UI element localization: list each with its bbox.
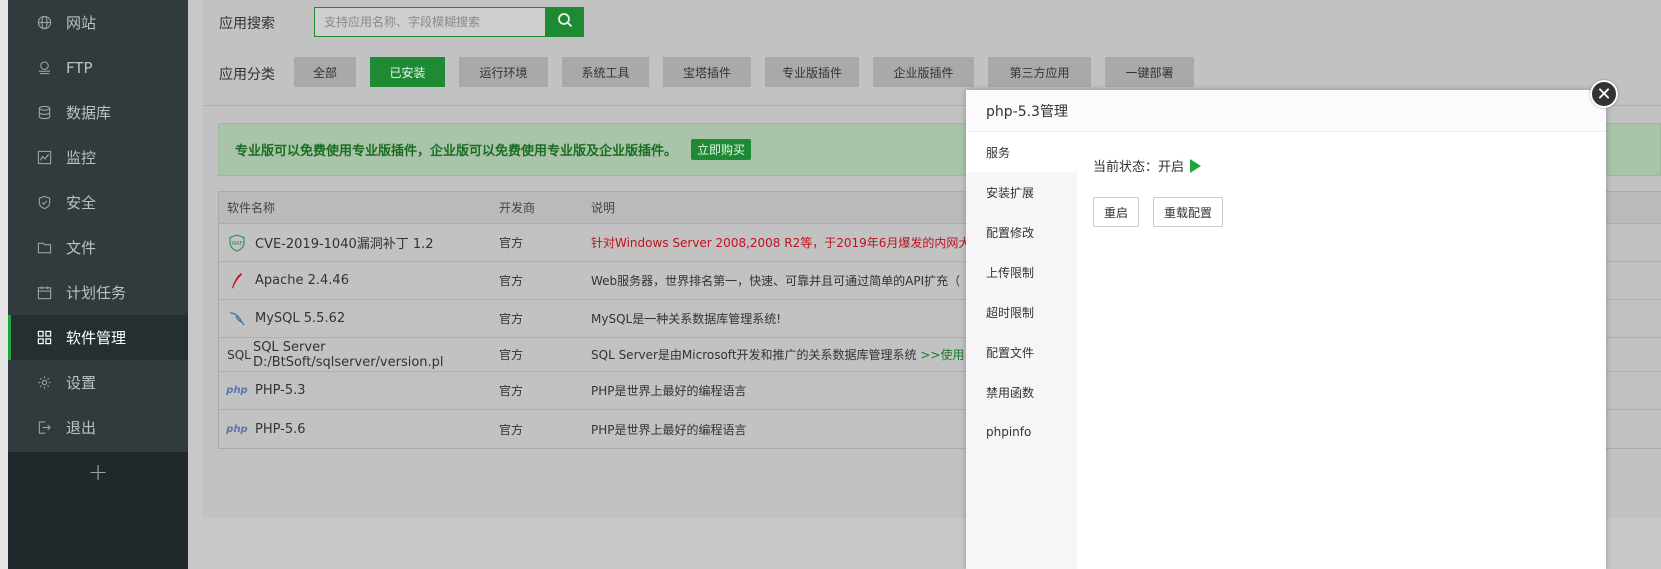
software-name: CVE-2019-1040漏洞补丁 1.2	[255, 237, 434, 252]
close-icon[interactable]: ✕	[1590, 80, 1618, 108]
modal-nav-disabled-functions[interactable]: 禁用函数	[966, 372, 1077, 412]
modal-nav-install-extensions[interactable]: 安装扩展	[966, 172, 1077, 212]
software-name: Apache 2.4.46	[255, 273, 349, 288]
developer-cell: 官方	[499, 384, 524, 398]
usage-link[interactable]: >>使用	[917, 348, 964, 362]
sidebar-item-label: 文件	[66, 239, 97, 257]
php-icon: php	[226, 385, 248, 396]
search-button[interactable]	[546, 7, 584, 37]
shield-icon	[36, 195, 52, 211]
sql-text-icon: SQL	[227, 347, 251, 362]
category-all[interactable]: 全部	[294, 57, 356, 87]
developer-cell: 官方	[499, 236, 524, 250]
folder-icon	[36, 240, 52, 256]
sidebar-item-label: 退出	[66, 419, 97, 437]
svg-text:WAF: WAF	[232, 241, 243, 247]
sidebar-item-label: FTP	[66, 58, 93, 77]
software-name: PHP-5.6	[255, 421, 306, 437]
add-menu-button[interactable]: +	[8, 452, 188, 492]
grid-icon	[36, 330, 52, 346]
modal-nav-phpinfo[interactable]: phpinfo	[966, 412, 1077, 452]
modal-nav-timeout-limit[interactable]: 超时限制	[966, 292, 1077, 332]
sidebar-item-settings[interactable]: 设置	[8, 360, 188, 405]
modal-nav-service[interactable]: 服务	[966, 132, 1077, 172]
software-name: PHP-5.3	[255, 383, 306, 398]
reload-config-button[interactable]: 重载配置	[1153, 197, 1223, 227]
sidebar-item-software[interactable]: 软件管理	[8, 315, 188, 360]
category-installed[interactable]: 已安装	[370, 57, 445, 87]
modal-content: 当前状态：开启 重启 重载配置	[1093, 132, 1606, 569]
column-header-name[interactable]: 软件名称	[219, 199, 499, 216]
sidebar-item-database[interactable]: 数据库	[8, 90, 188, 135]
calendar-icon	[36, 285, 52, 301]
sidebar-item-label: 软件管理	[66, 329, 127, 347]
play-icon	[1190, 158, 1202, 173]
gear-icon	[36, 375, 52, 391]
sidebar-item-label: 监控	[66, 149, 97, 167]
search-label: 应用搜索	[219, 16, 275, 32]
sidebar-item-website[interactable]: 网站	[8, 0, 188, 45]
restart-button[interactable]: 重启	[1093, 197, 1139, 227]
category-bt-plugins[interactable]: 宝塔插件	[663, 57, 751, 87]
software-name: MySQL 5.5.62	[255, 311, 346, 326]
category-label: 应用分类	[219, 67, 275, 83]
sidebar-item-label: 网站	[66, 14, 97, 32]
php-manage-modal: php-5.3管理 服务 安装扩展 配置修改 上传限制 超时限制 配置文件 禁用…	[966, 90, 1606, 569]
sidebar-item-label: 安全	[66, 194, 97, 212]
monitor-icon	[36, 150, 52, 166]
category-pro-plugins[interactable]: 专业版插件	[765, 57, 859, 87]
sidebar-item-label: 计划任务	[66, 284, 127, 302]
status-label: 当前状态：开启	[1093, 160, 1185, 175]
sidebar-item-files[interactable]: 文件	[8, 225, 188, 270]
category-third-party[interactable]: 第三方应用	[988, 57, 1091, 87]
sidebar-item-label: 设置	[66, 374, 97, 392]
left-edge-strip	[0, 0, 8, 569]
buy-now-button[interactable]: 立即购买	[691, 139, 752, 160]
sidebar-item-label: 数据库	[66, 104, 112, 122]
sidebar: 网站 FTP 数据库 监控 安全 文件 计划任务 软件管理 设置 退出 +	[8, 0, 188, 569]
developer-cell: 官方	[499, 274, 524, 288]
sidebar-item-security[interactable]: 安全	[8, 180, 188, 225]
developer-cell: 官方	[499, 422, 524, 437]
logout-icon	[36, 420, 52, 436]
globe-icon	[36, 15, 52, 31]
sidebar-item-ftp[interactable]: FTP	[8, 45, 188, 90]
mysql-dolphin-icon	[227, 309, 247, 329]
category-one-click-deploy[interactable]: 一键部署	[1105, 57, 1194, 87]
search-icon	[557, 12, 573, 32]
developer-cell: 官方	[499, 348, 524, 362]
sidebar-menu: 网站 FTP 数据库 监控 安全 文件 计划任务 软件管理 设置 退出	[8, 0, 188, 452]
service-status: 当前状态：开启	[1093, 156, 1202, 175]
database-icon	[36, 105, 52, 121]
modal-nav-config-file[interactable]: 配置文件	[966, 332, 1077, 372]
modal-nav-upload-limit[interactable]: 上传限制	[966, 252, 1077, 292]
apache-feather-icon	[227, 271, 247, 291]
category-enterprise-plugins[interactable]: 企业版插件	[873, 57, 974, 87]
modal-nav: 服务 安装扩展 配置修改 上传限制 超时限制 配置文件 禁用函数 phpinfo	[966, 132, 1077, 569]
developer-cell: 官方	[499, 312, 524, 326]
category-system-tools[interactable]: 系统工具	[562, 57, 649, 87]
search-input[interactable]: 支持应用名称、字段模糊搜索	[314, 7, 546, 37]
waf-icon: WAF	[227, 233, 247, 253]
software-name: SQL Server D:/BtSoft/sqlserver/version.p…	[252, 339, 444, 370]
promo-text: 专业版可以免费使用专业版插件，企业版可以免费使用专业版及企业版插件。	[235, 144, 678, 159]
ftp-icon	[36, 60, 52, 76]
php-icon: php	[226, 423, 248, 435]
sidebar-item-monitor[interactable]: 监控	[8, 135, 188, 180]
sidebar-item-cron[interactable]: 计划任务	[8, 270, 188, 315]
modal-nav-config-modify[interactable]: 配置修改	[966, 212, 1077, 252]
sidebar-item-logout[interactable]: 退出	[8, 405, 188, 450]
modal-title: php-5.3管理	[966, 90, 1606, 132]
category-runtime[interactable]: 运行环境	[459, 57, 548, 87]
column-header-developer[interactable]: 开发商	[499, 199, 591, 216]
